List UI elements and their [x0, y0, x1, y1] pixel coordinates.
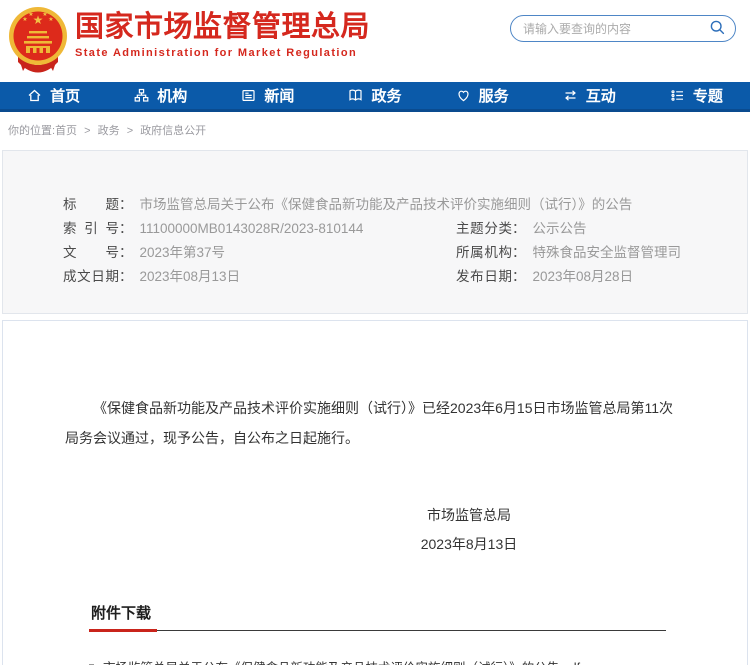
attachments-section: 附件下载 市场监管总局关于公布《保健食品新功能及产品技术评价实施细则（试行）》的…	[89, 602, 677, 665]
doc-publish-date-value: 2023年08月28日	[533, 265, 634, 289]
nav-item-label: 服务	[479, 85, 509, 106]
attachments-heading-rule: 附件下载	[89, 602, 666, 631]
site-search[interactable]	[510, 15, 736, 42]
nav-item-label: 专题	[693, 85, 723, 106]
label-colon: ：	[119, 241, 133, 265]
nav-item-label: 新闻	[264, 85, 294, 106]
sitemap-icon	[134, 88, 149, 103]
signature-date: 2023年8月13日	[389, 534, 549, 554]
doc-category-cell: 主题分类： 公示公告	[456, 217, 587, 241]
site-header: ★ ★ ★ ★ ★ 国家市场监督管理总局 State Administratio…	[0, 0, 750, 82]
doc-agency-cell: 所属机构： 特殊食品安全监督管理司	[456, 241, 681, 265]
doc-publish-date-label: 发布日期	[456, 265, 512, 289]
signature-name: 市场监管总局	[389, 505, 549, 525]
doc-agency-value: 特殊食品安全监督管理司	[533, 241, 682, 265]
doc-info-row: 索引号： 11100000MB0143028R/2023-810144 主题分类…	[63, 217, 727, 241]
svg-text:★: ★	[22, 16, 27, 23]
doc-number-value: 2023年第37号	[140, 241, 226, 265]
doc-written-date-label: 成文日期	[63, 265, 119, 289]
svg-text:★: ★	[48, 16, 53, 23]
newspaper-icon	[241, 88, 256, 103]
nav-item-services[interactable]: 服务	[429, 82, 536, 109]
breadcrumb: 你的位置:首页 > 政务 > 政府信息公开	[0, 112, 750, 150]
doc-index-label: 索引号	[63, 217, 119, 241]
china-national-emblem-icon: ★ ★ ★ ★ ★	[8, 5, 68, 83]
label-colon: ：	[119, 265, 133, 289]
document-content-panel: 《保健食品新功能及产品技术评价实施细则（试行）》已经2023年6月15日市场监管…	[2, 320, 748, 665]
nav-item-topics[interactable]: 专题	[643, 82, 750, 109]
svg-text:★: ★	[42, 11, 47, 18]
doc-title-cell: 标题： 市场监管总局关于公布《保健食品新功能及产品技术评价实施细则（试行）》的公…	[63, 193, 632, 217]
label-colon: ：	[512, 241, 526, 265]
breadcrumb-item-home[interactable]: 首页	[55, 125, 77, 137]
doc-agency-label: 所属机构	[456, 241, 512, 265]
doc-category-label: 主题分类	[456, 217, 512, 241]
breadcrumb-prefix: 你的位置:	[8, 125, 55, 137]
breadcrumb-separator: >	[127, 125, 133, 137]
search-button[interactable]	[709, 19, 726, 39]
label-colon: ：	[119, 193, 133, 217]
document-info-panel: 标题： 市场监管总局关于公布《保健食品新功能及产品技术评价实施细则（试行）》的公…	[2, 150, 748, 314]
main-nav: 首页 机构 新闻	[0, 82, 750, 112]
nav-item-interaction[interactable]: 互动	[536, 82, 643, 109]
doc-title-value: 市场监管总局关于公布《保健食品新功能及产品技术评价实施细则（试行）》的公告	[140, 193, 633, 217]
doc-written-date-value: 2023年08月13日	[140, 265, 241, 289]
open-book-icon	[348, 88, 363, 103]
page: ★ ★ ★ ★ ★ 国家市场监督管理总局 State Administratio…	[0, 0, 750, 665]
exchange-arrows-icon	[563, 88, 578, 103]
home-icon	[27, 88, 42, 103]
breadcrumb-separator: >	[84, 125, 90, 137]
breadcrumb-item-info-disclosure[interactable]: 政府信息公开	[140, 125, 206, 137]
announcement-paragraph: 《保健食品新功能及产品技术评价实施细则（试行）》已经2023年6月15日市场监管…	[65, 393, 677, 453]
doc-number-label: 文号	[63, 241, 119, 265]
site-subtitle: State Administration for Market Regulati…	[75, 47, 370, 59]
site-title-block: 国家市场监督管理总局 State Administration for Mark…	[75, 11, 370, 59]
site-title: 国家市场监督管理总局	[75, 11, 370, 44]
nav-item-home[interactable]: 首页	[0, 82, 107, 109]
nav-item-label: 互动	[586, 85, 616, 106]
doc-info-row-title: 标题： 市场监管总局关于公布《保健食品新功能及产品技术评价实施细则（试行）》的公…	[63, 193, 727, 217]
nav-item-label: 机构	[157, 85, 187, 106]
nav-item-orgs[interactable]: 机构	[107, 82, 214, 109]
label-colon: ：	[119, 217, 133, 241]
nav-item-label: 首页	[50, 85, 80, 106]
doc-written-date-cell: 成文日期： 2023年08月13日	[63, 265, 456, 289]
svg-text:★: ★	[28, 11, 33, 18]
doc-info-row: 文号： 2023年第37号 所属机构： 特殊食品安全监督管理司	[63, 241, 727, 265]
breadcrumb-item-gov-affairs[interactable]: 政务	[98, 125, 120, 137]
doc-title-label: 标题	[63, 193, 119, 217]
nav-item-news[interactable]: 新闻	[214, 82, 321, 109]
label-colon: ：	[512, 217, 526, 241]
label-colon: ：	[512, 265, 526, 289]
signature-block: 市场监管总局 2023年8月13日	[389, 505, 549, 554]
doc-number-cell: 文号： 2023年第37号	[63, 241, 456, 265]
doc-publish-date-cell: 发布日期： 2023年08月28日	[456, 265, 633, 289]
attachment-pdf-link[interactable]: 市场监管总局关于公布《保健食品新功能及产品技术评价实施细则（试行）》的公告.pd…	[103, 657, 580, 665]
search-input[interactable]	[523, 22, 709, 36]
doc-index-value: 11100000MB0143028R/2023-810144	[140, 217, 364, 241]
topic-list-icon	[670, 88, 685, 103]
heart-icon	[456, 88, 471, 103]
doc-info-row: 成文日期： 2023年08月13日 发布日期： 2023年08月28日	[63, 265, 727, 289]
attachments-heading: 附件下载	[89, 602, 157, 632]
doc-index-cell: 索引号： 11100000MB0143028R/2023-810144	[63, 217, 456, 241]
attachment-item: 市场监管总局关于公布《保健食品新功能及产品技术评价实施细则（试行）》的公告.pd…	[89, 657, 677, 665]
nav-item-gov-affairs[interactable]: 政务	[321, 82, 428, 109]
nav-item-label: 政务	[371, 85, 401, 106]
doc-category-value: 公示公告	[533, 217, 587, 241]
magnifier-icon	[709, 19, 726, 39]
